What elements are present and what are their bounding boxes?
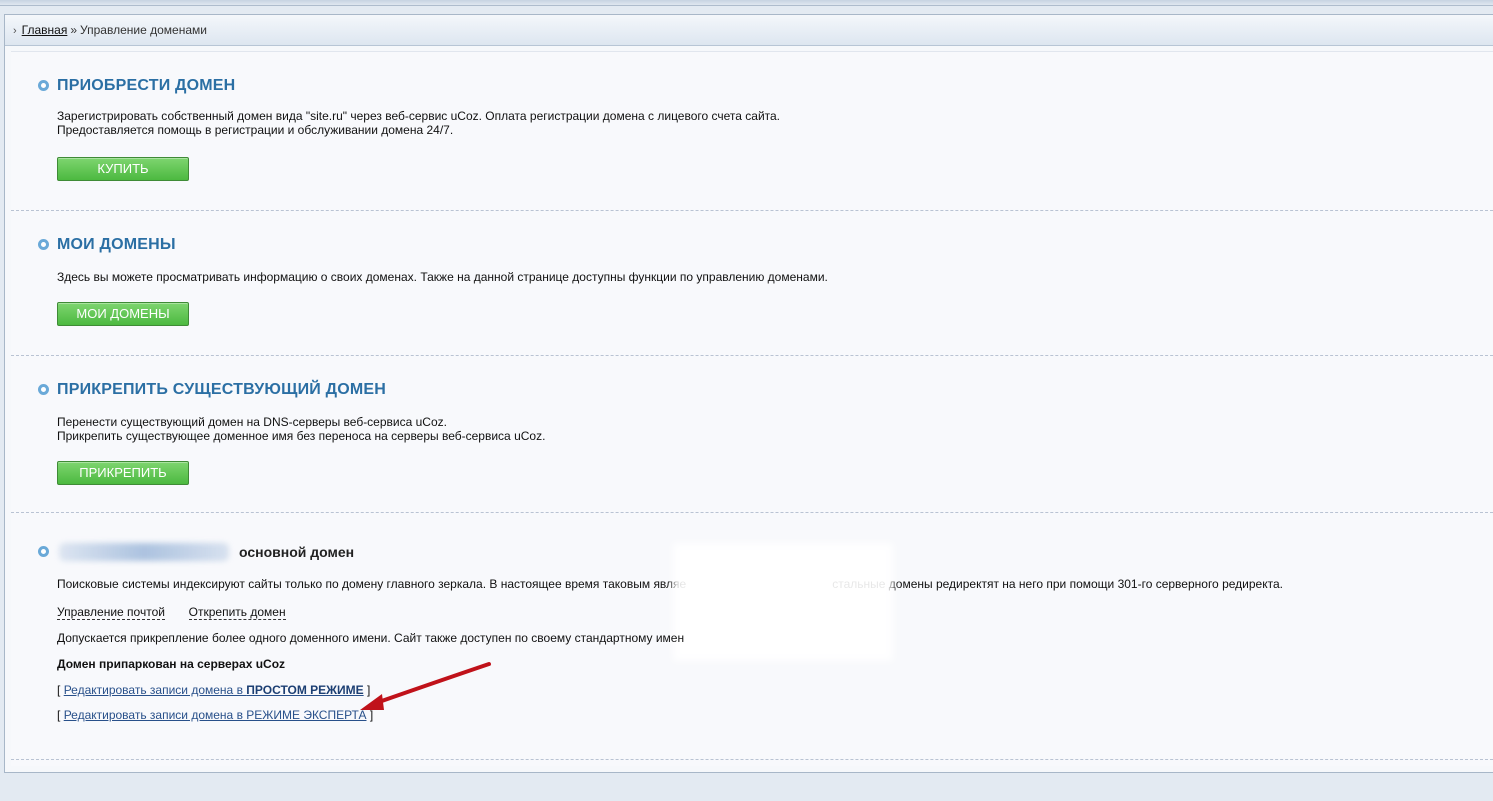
buy-button[interactable]: КУПИТЬ (57, 157, 189, 181)
expert-mode-line: [ Редактировать записи домена в РЕЖИМЕ Э… (57, 708, 373, 722)
mirror-text-tail: стальные домены редиректят на него при п… (832, 577, 1283, 591)
domain-actions: Управление почтой Открепить домен (57, 605, 286, 620)
section-description: Перенести существующий домен на DNS-серв… (57, 415, 545, 443)
bracket-open: [ (57, 683, 61, 697)
section-attach-domain: ПРИКРЕПИТЬ СУЩЕСТВУЮЩИЙ ДОМЕН Перенести … (11, 356, 1493, 513)
description-line: Зарегистрировать собственный домен вида … (57, 109, 781, 123)
parked-status: Домен припаркован на серверах uCoz (57, 657, 286, 671)
bracket-open: [ (57, 708, 61, 722)
breadcrumb-home-link[interactable]: Главная (22, 23, 68, 37)
section-title: ПРИОБРЕСТИ ДОМЕН (57, 77, 236, 94)
edit-simple-mode-link[interactable]: Редактировать записи домена в ПРОСТОМ РЕ… (64, 683, 364, 697)
red-arrow-annotation-icon (360, 662, 491, 710)
primary-domain-label: основной домен (239, 544, 355, 560)
section-title: МОИ ДОМЕНЫ (57, 236, 176, 253)
section-buy-domain: ПРИОБРЕСТИ ДОМЕН Зарегистрировать собств… (11, 52, 1493, 211)
section-description: Здесь вы можете просматривать информацию… (57, 270, 828, 284)
detach-domain-link[interactable]: Открепить домен (188, 605, 286, 620)
description-line: Перенести существующий домен на DNS-серв… (57, 415, 447, 429)
content-area: ПРИОБРЕСТИ ДОМЕН Зарегистрировать собств… (11, 51, 1493, 766)
section-bullet-icon (38, 80, 49, 91)
top-strip (0, 0, 1493, 6)
section-my-domains: МОИ ДОМЕНЫ Здесь вы можете просматривать… (11, 211, 1493, 356)
section-bullet-icon (38, 546, 49, 557)
description-line: Предоставляется помощь в регистрации и о… (57, 123, 454, 137)
breadcrumb-current: Управление доменами (80, 23, 207, 37)
section-title: ПРИКРЕПИТЬ СУЩЕСТВУЮЩИЙ ДОМЕН (57, 381, 387, 398)
edit-expert-mode-link[interactable]: Редактировать записи домена в РЕЖИМЕ ЭКС… (64, 708, 367, 722)
domain-management-panel: › Главная» Управление доменами ПРИОБРЕСТИ … (4, 14, 1493, 773)
mail-management-link[interactable]: Управление почтой (57, 605, 165, 620)
breadcrumb-separator: » (70, 23, 78, 37)
mirror-text: Поисковые системы индексируют сайты толь… (57, 577, 687, 591)
attach-button[interactable]: ПРИКРЕПИТЬ (57, 461, 189, 485)
description-line: Прикрепить существующее доменное имя без… (57, 429, 546, 443)
blurred-domain-name (59, 543, 229, 561)
simple-mode-line: [ Редактировать записи домена в ПРОСТОМ … (57, 683, 370, 697)
multi-domain-description: Допускается прикрепление более одного до… (57, 631, 685, 645)
breadcrumb: › Главная» Управление доменами (5, 15, 1493, 46)
mirror-description: Поисковые системы индексируют сайты толь… (57, 577, 1283, 591)
blurred-region (673, 543, 893, 661)
breadcrumb-chevron-icon: › (13, 25, 17, 37)
my-domains-button[interactable]: МОИ ДОМЕНЫ (57, 302, 189, 326)
section-bullet-icon (38, 239, 49, 250)
simple-mode-link-prefix: Редактировать записи домена в (63, 683, 247, 697)
section-primary-domain: основной домен Поисковые системы индекси… (11, 513, 1493, 760)
section-bullet-icon (38, 384, 49, 395)
section-description: Зарегистрировать собственный домен вида … (57, 109, 780, 137)
